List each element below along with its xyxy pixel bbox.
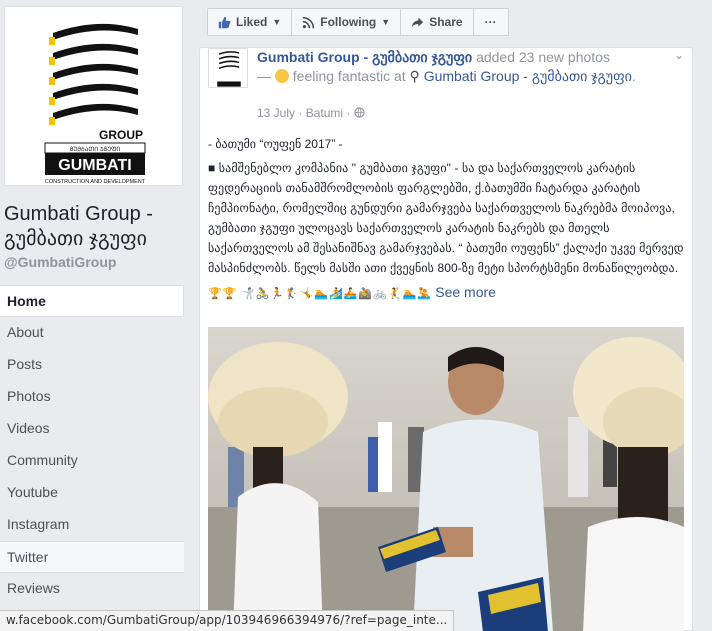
gumbati-logo: GROUP ᲒᲣᲛᲑᲐᲗᲘ ᲯᲒᲣᲤᲘ GUMBATI CONSTRUCTION… [44, 23, 146, 185]
swimmer-icon: 🏊 [402, 288, 417, 300]
feeling-text: feeling fantastic at [288, 68, 410, 84]
share-label: Share [429, 15, 463, 29]
cyclist-icon: 🚴 [255, 288, 270, 300]
rss-icon [302, 16, 315, 29]
liked-label: Liked [236, 15, 268, 29]
location-pin-icon: ⚲ [409, 68, 420, 84]
page-name[interactable]: Gumbati Group - გუმბათი ჯგუფი [4, 202, 192, 252]
post-date-link[interactable]: 13 July [257, 106, 295, 120]
runner-icon: 🏃 [270, 288, 284, 300]
feeling-dash: — [257, 68, 275, 84]
trophy-icon: 🏆 [208, 288, 222, 300]
post-header: Gumbati Group - გუმბათი ჯგუფი added 23 n… [257, 48, 677, 86]
see-more-link[interactable]: See more [435, 284, 496, 300]
thumbs-up-icon [218, 16, 231, 29]
globe-icon [354, 106, 365, 120]
page-handle[interactable]: @GumbatiGroup [4, 254, 116, 270]
surfer-icon: 🏄 [328, 288, 343, 300]
post-meta: 13 July · Batumi · [257, 106, 365, 120]
left-column: GROUP ᲒᲣᲛᲑᲐᲗᲘ ᲯᲒᲣᲤᲘ GUMBATI CONSTRUCTION… [0, 0, 196, 631]
post-photo[interactable] [208, 327, 684, 631]
nav-item-instagram[interactable]: Instagram [0, 509, 184, 541]
chevron-down-icon: ▼ [272, 17, 282, 27]
chevron-down-icon: ▼ [381, 17, 391, 27]
nav-item-community[interactable]: Community [0, 445, 184, 477]
emoji-row: 🏆🏆 🤺🚴🏃🏌🤸🏊🏄🚣🚵🚲🤾🏊🤽 See more [208, 282, 684, 304]
nav-item-twitter[interactable]: Twitter [0, 541, 184, 573]
water-polo-icon: 🤽 [417, 288, 431, 300]
logo-tagline: CONSTRUCTION AND DEVELOPMENT [45, 179, 146, 185]
logo-word-gumbati: GUMBATI [58, 157, 131, 174]
more-icon: ··· [484, 15, 497, 29]
golfer-icon: 🏌 [284, 288, 299, 300]
logo-word-group: GROUP [99, 128, 143, 142]
nav-item-about[interactable]: About [0, 317, 184, 349]
following-button[interactable]: Following ▼ [291, 8, 402, 36]
share-button[interactable]: Share [400, 8, 474, 36]
fencing-icon: 🤺 [240, 288, 255, 300]
post-card: Gumbati Group - გუმბათი ჯგუფი added 23 n… [199, 47, 693, 631]
post-place-link[interactable]: Gumbati Group - გუმბათი ჯგუფი [424, 68, 632, 84]
post-author-link[interactable]: Gumbati Group - გუმბათი ჯგუფი [257, 49, 472, 65]
post-avatar[interactable] [208, 48, 248, 88]
page-action-bar: Liked ▼ Following ▼ Share ··· [207, 8, 509, 36]
place-end: . [631, 68, 636, 84]
page-nav: Home About Posts Photos Videos Community… [0, 285, 184, 605]
post-text: ■ სამშენებლო კომპანია " გუმბათი ჯგუფი" -… [208, 161, 684, 275]
following-label: Following [320, 15, 377, 29]
trophy-icon: 🏆 [222, 288, 237, 300]
profile-picture[interactable]: GROUP ᲒᲣᲛᲑᲐᲗᲘ ᲯᲒᲣᲤᲘ GUMBATI CONSTRUCTION… [4, 6, 183, 186]
rowboat-icon: 🚣 [343, 288, 358, 300]
nav-item-reviews[interactable]: Reviews [0, 573, 184, 605]
post-body: - ბათუმი “ოუფენ 2017” - ■ სამშენებლო კომ… [208, 134, 684, 308]
liked-button[interactable]: Liked ▼ [207, 8, 293, 36]
logo-georgian: ᲒᲣᲛᲑᲐᲗᲘ ᲯᲒᲣᲤᲘ [70, 146, 121, 153]
smiley-face-icon [274, 69, 289, 83]
post-action-text: added 23 new photos [472, 49, 610, 65]
avatar-logo-icon [217, 51, 241, 87]
gymnast-icon: 🤸 [299, 288, 314, 300]
share-arrow-icon [411, 16, 424, 29]
nav-item-photos[interactable]: Photos [0, 381, 184, 413]
nav-item-videos[interactable]: Videos [0, 413, 184, 445]
nav-item-home[interactable]: Home [0, 285, 184, 317]
mountain-biker-icon: 🚵 [358, 288, 373, 300]
swimmer-icon: 🏊 [314, 288, 328, 300]
post-heading: - ბათუმი “ოუფენ 2017” - [208, 137, 343, 151]
more-button[interactable]: ··· [472, 8, 509, 36]
post-options-chevron-icon[interactable]: ⌄ [674, 48, 684, 62]
handball-icon: 🤾 [387, 288, 402, 300]
post-location-link[interactable]: Batumi [306, 106, 343, 120]
bicycle-icon: 🚲 [373, 288, 387, 300]
browser-status-url: w.facebook.com/GumbatiGroup/app/10394696… [0, 610, 455, 631]
nav-item-youtube[interactable]: Youtube [0, 477, 184, 509]
nav-item-posts[interactable]: Posts [0, 349, 184, 381]
event-photo-illustration [208, 327, 684, 631]
